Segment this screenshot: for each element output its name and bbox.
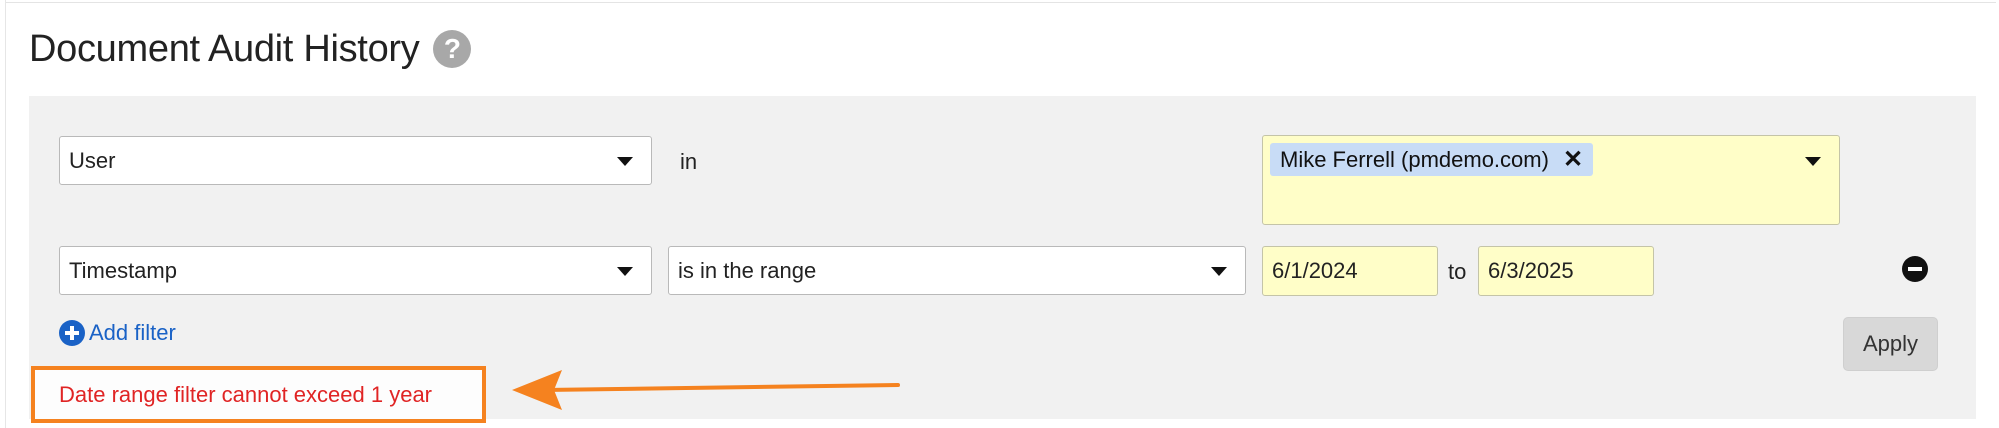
filter-field-select-timestamp[interactable]: Timestamp — [59, 246, 652, 295]
question-circle-icon[interactable]: ? — [433, 30, 472, 68]
selected-user-chip: Mike Ferrell (pmdemo.com) ✕ — [1270, 143, 1594, 176]
title-row: Document Audit History ? — [29, 24, 472, 74]
filter-operator-select[interactable]: is in the range — [668, 246, 1246, 295]
date-from-input[interactable]: 6/1/2024 — [1262, 246, 1438, 296]
chevron-down-icon — [1211, 267, 1227, 276]
chevron-down-icon — [1805, 157, 1821, 166]
filter-field-value: Timestamp — [69, 257, 177, 283]
range-separator: to — [1448, 259, 1467, 284]
add-filter-label: Add filter — [89, 320, 176, 345]
apply-label: Apply — [1862, 331, 1919, 356]
chevron-down-icon — [617, 267, 633, 276]
error-message: Date range filter cannot exceed 1 year — [59, 381, 433, 407]
date-to-input[interactable]: 6/3/2025 — [1478, 246, 1654, 296]
chevron-down-icon — [617, 157, 633, 166]
remove-chip-icon[interactable]: ✕ — [1563, 147, 1583, 172]
chip-label: Mike Ferrell (pmdemo.com) — [1280, 146, 1549, 172]
apply-button[interactable]: Apply — [1843, 317, 1938, 371]
date-to-value: 6/3/2025 — [1488, 258, 1574, 283]
annotation-arrow-icon — [512, 370, 900, 410]
date-from-value: 6/1/2024 — [1272, 258, 1358, 283]
filter-operator-text: in — [680, 149, 698, 174]
plus-circle-icon — [59, 320, 85, 346]
filter-operator-value: is in the range — [678, 257, 817, 283]
error-message-box: Date range filter cannot exceed 1 year — [31, 366, 486, 423]
user-multiselect[interactable]: Mike Ferrell (pmdemo.com) ✕ — [1262, 135, 1840, 225]
remove-filter-icon[interactable] — [1902, 256, 1928, 282]
page-title: Document Audit History — [29, 28, 420, 70]
add-filter-link[interactable]: Add filter — [59, 318, 176, 348]
filter-field-value: User — [69, 147, 116, 173]
filter-field-select-user[interactable]: User — [59, 136, 652, 185]
